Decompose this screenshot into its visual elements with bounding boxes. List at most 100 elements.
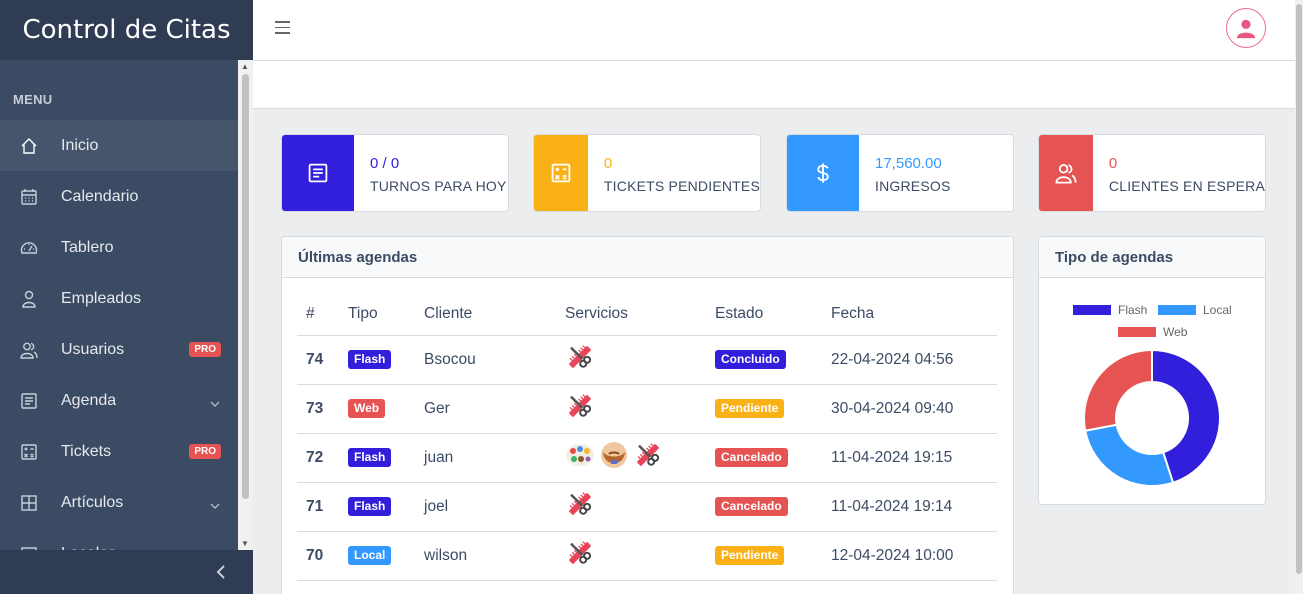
appointment-date: 11-04-2024 19:14 [822,482,997,532]
stat-label: INGRESOS [875,178,951,194]
chevron-down-icon [210,498,220,509]
tipo-badge: Web [348,399,386,418]
stat-label: TURNOS PARA HOY [370,178,507,194]
donut-slice-web[interactable] [1083,349,1153,432]
column-header[interactable]: Tipo [339,293,415,336]
scissors-comb-icon [565,391,595,421]
client-name: wilson [415,531,556,581]
sidebar-toggle-button[interactable] [0,550,253,594]
client-name: Bsocou [415,335,556,385]
legend-item[interactable]: Web [1118,325,1187,339]
chevron-left-icon [216,565,225,579]
stat-value: 17,560.00 [875,155,942,172]
sidebar-item-label: Agenda [61,391,117,409]
tipo-badge: Flash [348,350,392,369]
sidebar-scrollbar[interactable]: ▲ ▼ [238,60,253,550]
people-icon [1055,164,1077,184]
scissors-comb-icon [565,342,595,372]
dollar-icon [817,163,829,183]
agendas-table: # Tipo Cliente Servicios Estado Fecha 74 Flash… [297,293,997,581]
status-badge: Pendiente [715,546,785,565]
status-badge: Cancelado [715,497,788,516]
stat-card: 17,560.00 INGRESOS [786,134,1014,212]
appointment-date: 22-04-2024 04:56 [822,335,997,385]
client-name: juan [415,433,556,483]
stat-value: 0 / 0 [370,155,400,172]
pro-badge: PRO [189,444,221,459]
scissors-comb-icon [633,440,663,470]
status-badge: Pendiente [715,399,785,418]
stat-icon-box [1039,135,1093,211]
scrollbar-thumb[interactable] [242,74,249,499]
stat-value: 0 [1108,155,1118,172]
user-icon [18,288,40,310]
row-id: 71 [297,482,339,532]
legend-label: Local [1203,303,1232,317]
legend-swatch [1158,305,1196,315]
people-icon [18,339,40,361]
status-badge: Cancelado [715,448,788,467]
card-title: Tipo de agendas [1039,237,1265,278]
client-name: Ger [415,384,556,434]
notes-icon [18,390,40,412]
user-avatar[interactable] [1226,8,1266,48]
column-header[interactable]: Estado [706,293,822,336]
scrollbar-thumb[interactable] [1296,4,1302,574]
sidebar-item-label: Tablero [61,238,114,256]
page-scrollbar[interactable] [1295,0,1303,594]
table-row[interactable]: 71 Flash joel Cancelado 11-04-2024 19:14 [297,482,997,532]
sidebar-item-label: Inicio [61,136,99,154]
column-header[interactable]: # [297,293,339,336]
client-name: joel [415,482,556,532]
column-header[interactable]: Fecha [822,293,997,336]
brand-title[interactable]: Control de Citas [0,0,253,60]
sidebar-item-usuarios[interactable]: Usuarios PRO [0,324,238,375]
legend-label: Flash [1118,303,1148,317]
appointment-date: 11-04-2024 19:15 [822,433,997,483]
calculator-icon [18,441,40,463]
column-header[interactable]: Servicios [556,293,706,336]
sidebar-item-tablero[interactable]: Tablero [0,222,238,273]
sidebar-item-locales[interactable]: Locales [0,528,238,550]
row-id: 72 [297,433,339,483]
beard-icon [599,440,629,470]
row-id: 73 [297,384,339,434]
sidebar-item-artículos[interactable]: Artículos [0,477,238,528]
speedometer-icon [18,237,40,259]
home-icon [18,135,40,157]
sidebar-item-label: Artículos [61,493,124,511]
sidebar-item-label: Empleados [61,289,142,307]
scroll-up-icon[interactable]: ▲ [241,62,249,71]
status-badge: Concluido [715,350,786,369]
donut-slice-local[interactable] [1084,423,1175,487]
scroll-down-icon[interactable]: ▼ [241,539,249,548]
sidebar-item-empleados[interactable]: Empleados [0,273,238,324]
sidebar-item-inicio[interactable]: Inicio [0,120,238,171]
tipo-badge: Local [348,546,392,565]
latest-agendas-card: Últimas agendas # Tipo Cliente Servicios Est… [281,236,1014,594]
sidebar-item-calendario[interactable]: Calendario [0,171,238,222]
legend-item[interactable]: Local [1158,303,1232,317]
legend-swatch [1118,327,1156,337]
tipo-badge: Flash [348,448,392,467]
table-row[interactable]: 73 Web Ger Pendiente 30-04-2024 09:40 [297,384,997,434]
table-row[interactable]: 70 Local wilson Pendiente 12-04-2024 10:00 [297,531,997,581]
column-header[interactable]: Cliente [415,293,556,336]
services-list [565,440,663,470]
card-title: Últimas agendas [282,237,1013,278]
menu-title: MENU [13,92,53,107]
services-list [565,342,595,372]
hair-dye-icon [565,440,595,470]
legend-item[interactable]: Flash [1073,303,1147,317]
menu-toggle-icon[interactable] [275,21,290,38]
pro-badge: PRO [189,342,221,357]
table-row[interactable]: 74 Flash Bsocou Concluido 22-04-2024 04:56 [297,335,997,385]
sidebar-item-agenda[interactable]: Agenda [0,375,238,426]
sidebar-item-label: Tickets [61,442,112,460]
chevron-down-icon [210,396,220,407]
grid-icon [18,492,40,514]
stat-label: CLIENTES EN ESPERA [1108,178,1265,194]
sidebar-item-tickets[interactable]: Tickets PRO [0,426,238,477]
scissors-comb-icon [565,489,595,519]
table-row[interactable]: 72 Flash juan Cancelado 11-04-2024 19:15 [297,433,997,483]
